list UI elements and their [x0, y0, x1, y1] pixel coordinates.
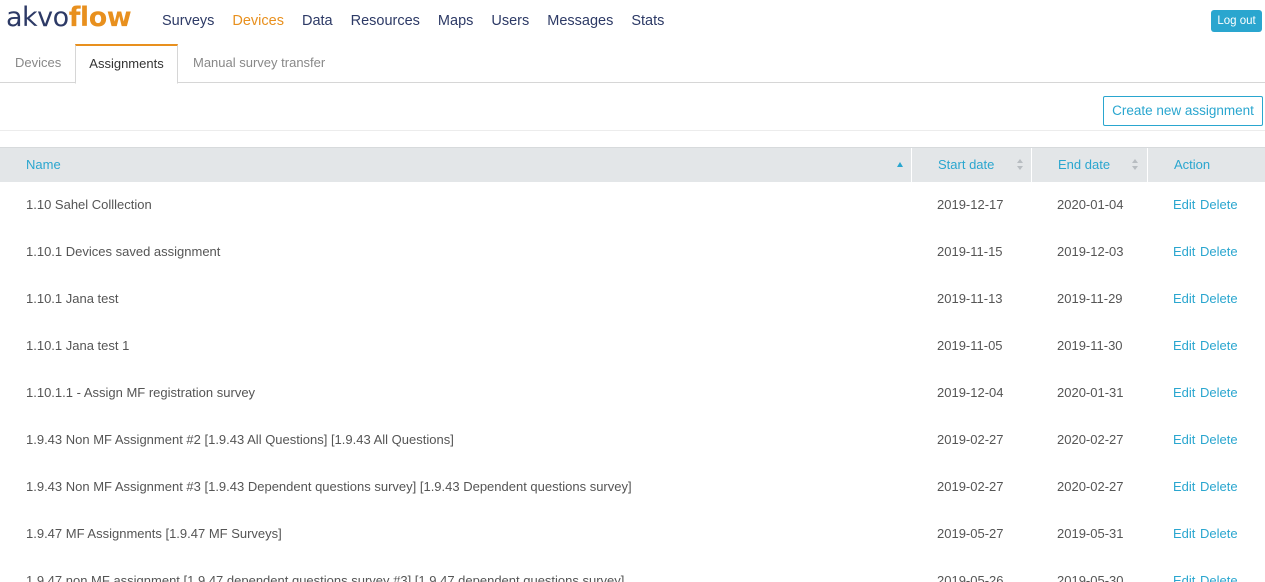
- column-divider: [1147, 148, 1148, 183]
- start-date: 2019-05-26: [937, 573, 1004, 582]
- edit-link[interactable]: Edit: [1173, 432, 1195, 448]
- edit-link[interactable]: Edit: [1173, 526, 1195, 542]
- sort-icon[interactable]: [1017, 159, 1023, 171]
- table-row: 1.10.1 Jana test 1 2019-11-05 2019-11-30…: [0, 323, 1265, 370]
- edit-link[interactable]: Edit: [1173, 573, 1195, 582]
- assignment-name: 1.10 Sahel Colllection: [26, 197, 152, 212]
- delete-link[interactable]: Delete: [1200, 479, 1238, 495]
- assignment-name: 1.9.43 Non MF Assignment #2 [1.9.43 All …: [26, 432, 454, 447]
- tab-devices[interactable]: Devices: [15, 44, 61, 83]
- logo-part-flow: flow: [68, 2, 132, 33]
- edit-link[interactable]: Edit: [1173, 244, 1195, 260]
- assignments-table-body: 1.10 Sahel Colllection 2019-12-17 2020-0…: [0, 182, 1265, 582]
- table-row: 1.9.47 MF Assignments [1.9.47 MF Surveys…: [0, 511, 1265, 558]
- delete-link[interactable]: Delete: [1200, 291, 1238, 307]
- start-date: 2019-12-17: [937, 197, 1004, 212]
- table-row: 1.9.43 Non MF Assignment #2 [1.9.43 All …: [0, 417, 1265, 464]
- table-row: 1.9.47 non MF assignment [1.9.47 depende…: [0, 558, 1265, 582]
- edit-link[interactable]: Edit: [1173, 291, 1195, 307]
- nav-data[interactable]: Data: [302, 12, 333, 30]
- tab-manual-survey-transfer[interactable]: Manual survey transfer: [193, 44, 325, 83]
- nav-maps[interactable]: Maps: [438, 12, 473, 30]
- nav-users[interactable]: Users: [491, 12, 529, 30]
- toolbar-divider: [0, 130, 1265, 131]
- edit-link[interactable]: Edit: [1173, 479, 1195, 495]
- end-date: 2019-05-30: [1057, 573, 1124, 582]
- assignment-name: 1.10.1 Jana test: [26, 291, 119, 306]
- table-row: 1.10 Sahel Colllection 2019-12-17 2020-0…: [0, 182, 1265, 229]
- logout-button[interactable]: Log out: [1211, 10, 1262, 32]
- column-header-action: Action: [1174, 157, 1211, 172]
- tab-assignments[interactable]: Assignments: [75, 44, 178, 84]
- start-date: 2019-05-27: [937, 526, 1004, 541]
- table-header: Name Start date End date Action: [0, 147, 1265, 183]
- end-date: 2019-11-29: [1057, 291, 1123, 306]
- sort-ascending-icon[interactable]: [897, 162, 903, 167]
- delete-link[interactable]: Delete: [1200, 573, 1238, 582]
- delete-link[interactable]: Delete: [1200, 244, 1238, 260]
- nav-stats[interactable]: Stats: [631, 12, 664, 30]
- assignment-name: 1.10.1 Jana test 1: [26, 338, 130, 353]
- assignment-name: 1.9.47 non MF assignment [1.9.47 depende…: [26, 573, 625, 582]
- start-date: 2019-02-27: [937, 479, 1004, 494]
- delete-link[interactable]: Delete: [1200, 432, 1238, 448]
- end-date: 2019-05-31: [1057, 526, 1124, 541]
- main-nav: Surveys Devices Data Resources Maps User…: [162, 12, 682, 30]
- edit-link[interactable]: Edit: [1173, 385, 1195, 401]
- top-bar: akvoflow Surveys Devices Data Resources …: [0, 0, 1265, 44]
- delete-link[interactable]: Delete: [1200, 197, 1238, 213]
- nav-devices[interactable]: Devices: [232, 12, 284, 30]
- end-date: 2020-01-04: [1057, 197, 1124, 212]
- nav-surveys[interactable]: Surveys: [162, 12, 214, 30]
- start-date: 2019-11-13: [937, 291, 1003, 306]
- column-divider: [1031, 148, 1032, 183]
- nav-resources[interactable]: Resources: [351, 12, 420, 30]
- akvoflow-logo[interactable]: akvoflow: [6, 1, 132, 35]
- assignment-name: 1.9.43 Non MF Assignment #3 [1.9.43 Depe…: [26, 479, 632, 494]
- edit-link[interactable]: Edit: [1173, 197, 1195, 213]
- start-date: 2019-12-04: [937, 385, 1004, 400]
- start-date: 2019-02-27: [937, 432, 1004, 447]
- end-date: 2019-11-30: [1057, 338, 1123, 353]
- create-new-assignment-button[interactable]: Create new assignment: [1103, 96, 1263, 126]
- nav-messages[interactable]: Messages: [547, 12, 613, 30]
- column-header-start-date[interactable]: Start date: [938, 148, 994, 183]
- end-date: 2020-01-31: [1057, 385, 1124, 400]
- column-header-name[interactable]: Name: [26, 148, 61, 183]
- delete-link[interactable]: Delete: [1200, 338, 1238, 354]
- table-row: 1.10.1 Devices saved assignment 2019-11-…: [0, 229, 1265, 276]
- start-date: 2019-11-05: [937, 338, 1003, 353]
- table-row: 1.10.1.1 - Assign MF registration survey…: [0, 370, 1265, 417]
- assignment-name: 1.10.1 Devices saved assignment: [26, 244, 221, 259]
- delete-link[interactable]: Delete: [1200, 385, 1238, 401]
- column-divider: [911, 148, 912, 183]
- end-date: 2019-12-03: [1057, 244, 1124, 259]
- end-date: 2020-02-27: [1057, 479, 1124, 494]
- edit-link[interactable]: Edit: [1173, 338, 1195, 354]
- assignment-name: 1.9.47 MF Assignments [1.9.47 MF Surveys…: [26, 526, 282, 541]
- assignment-name: 1.10.1.1 - Assign MF registration survey: [26, 385, 256, 400]
- delete-link[interactable]: Delete: [1200, 526, 1238, 542]
- table-row: 1.10.1 Jana test 2019-11-13 2019-11-29 E…: [0, 276, 1265, 323]
- sort-icon[interactable]: [1132, 159, 1138, 171]
- table-row: 1.9.43 Non MF Assignment #3 [1.9.43 Depe…: [0, 464, 1265, 511]
- sub-tabs: Devices Assignments Manual survey transf…: [0, 44, 1265, 84]
- logo-part-akvo: akvo: [6, 2, 69, 33]
- end-date: 2020-02-27: [1057, 432, 1124, 447]
- column-header-end-date[interactable]: End date: [1058, 148, 1110, 183]
- start-date: 2019-11-15: [937, 244, 1003, 259]
